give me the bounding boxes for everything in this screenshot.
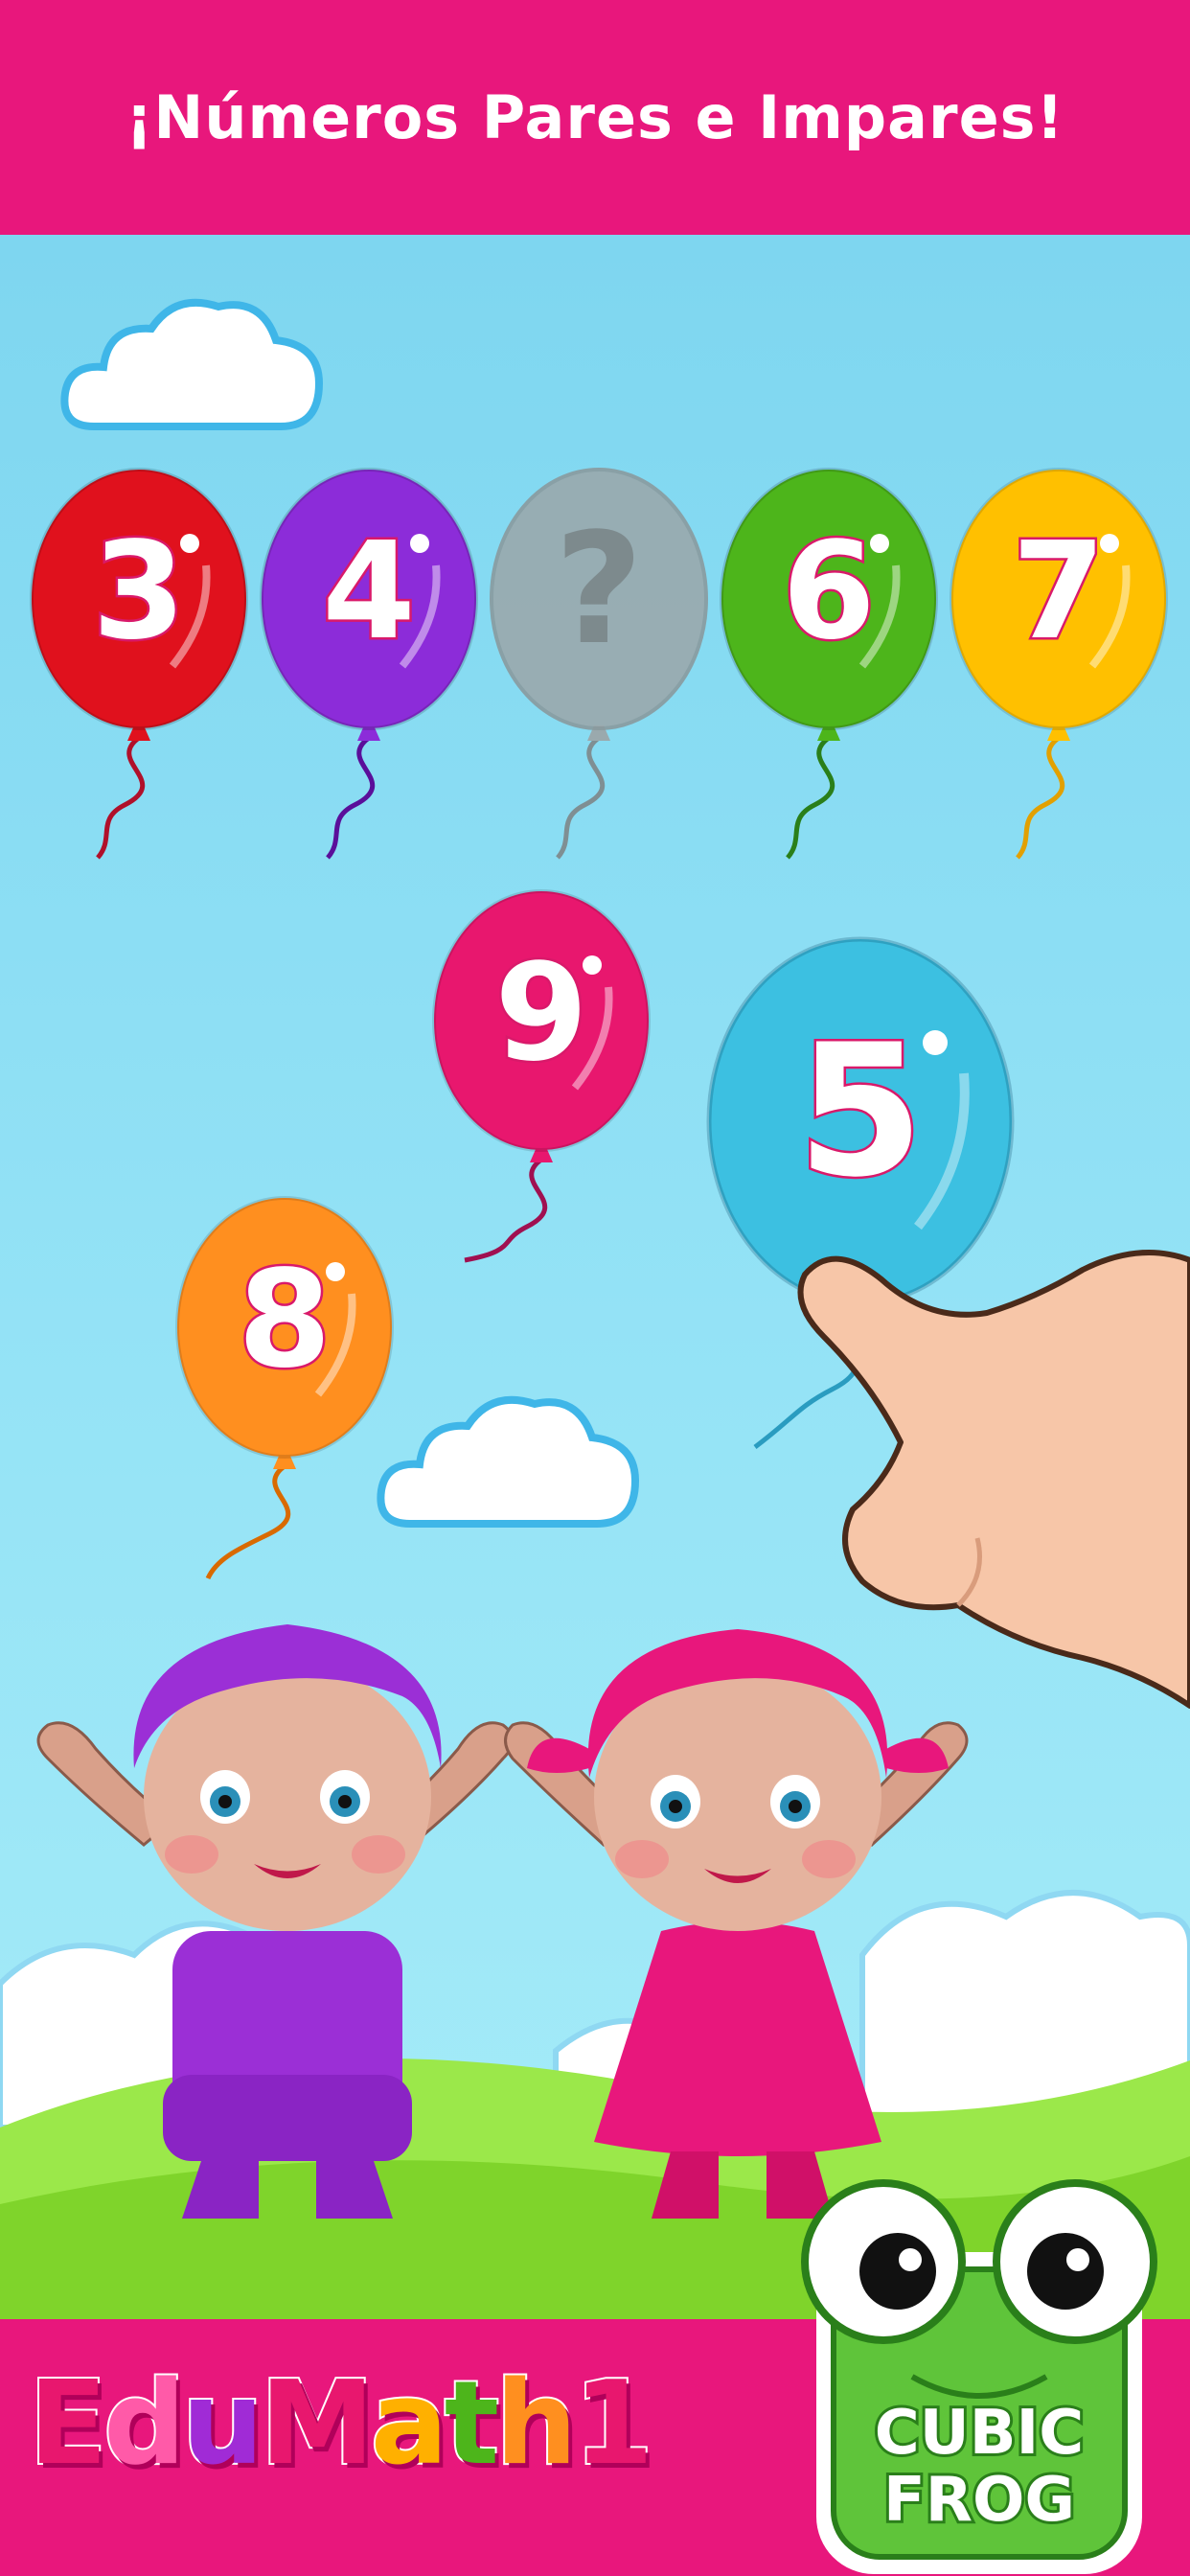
brand-line-2: FROG bbox=[883, 2465, 1075, 2536]
logo-letter: E bbox=[27, 2358, 109, 2491]
sequence-balloon: 6 bbox=[719, 468, 939, 862]
cloud-icon bbox=[60, 298, 324, 430]
missing-number-slot[interactable]: ? bbox=[489, 468, 709, 862]
logo-letter: t bbox=[443, 2358, 501, 2491]
logo-letter: h bbox=[493, 2358, 579, 2491]
logo-letter: d bbox=[102, 2358, 188, 2491]
sequence-balloon: 3 bbox=[29, 468, 249, 862]
game-scene: 3 4 ? 6 7 9 5 8 bbox=[0, 235, 1190, 2319]
header-bar: ¡Números Pares e Impares! bbox=[0, 0, 1190, 235]
balloon-number: 9 bbox=[494, 935, 587, 1092]
cloud-icon bbox=[377, 1395, 640, 1528]
balloon-number: 4 bbox=[322, 514, 415, 670]
answer-balloon[interactable]: 8 bbox=[174, 1196, 395, 1590]
sequence-balloon: 4 bbox=[259, 468, 479, 862]
question-mark: ? bbox=[555, 499, 644, 678]
logo-letter: M bbox=[258, 2358, 376, 2491]
balloon-number: 6 bbox=[782, 514, 875, 670]
balloon-number: 8 bbox=[238, 1242, 331, 1398]
answer-balloon[interactable]: 9 bbox=[431, 889, 652, 1283]
logo-letter: 1 bbox=[572, 2358, 655, 2491]
balloon-number: 3 bbox=[92, 514, 185, 670]
cubic-frog-logo: CUBIC FROG bbox=[801, 2179, 1157, 2574]
brand-line-1: CUBIC bbox=[875, 2398, 1085, 2469]
kid-character-purple bbox=[36, 1624, 515, 2219]
page-title: ¡Números Pares e Impares! bbox=[126, 82, 1064, 152]
sequence-balloon: 7 bbox=[949, 468, 1169, 862]
kid-character-pink bbox=[504, 1629, 969, 2219]
balloon-number: 5 bbox=[797, 1005, 924, 1217]
logo-letter: u bbox=[180, 2358, 265, 2491]
edumath-logo: E d u M a t h 1 bbox=[27, 2358, 655, 2491]
balloon-number: 7 bbox=[1012, 514, 1105, 670]
logo-letter: a bbox=[369, 2358, 450, 2491]
